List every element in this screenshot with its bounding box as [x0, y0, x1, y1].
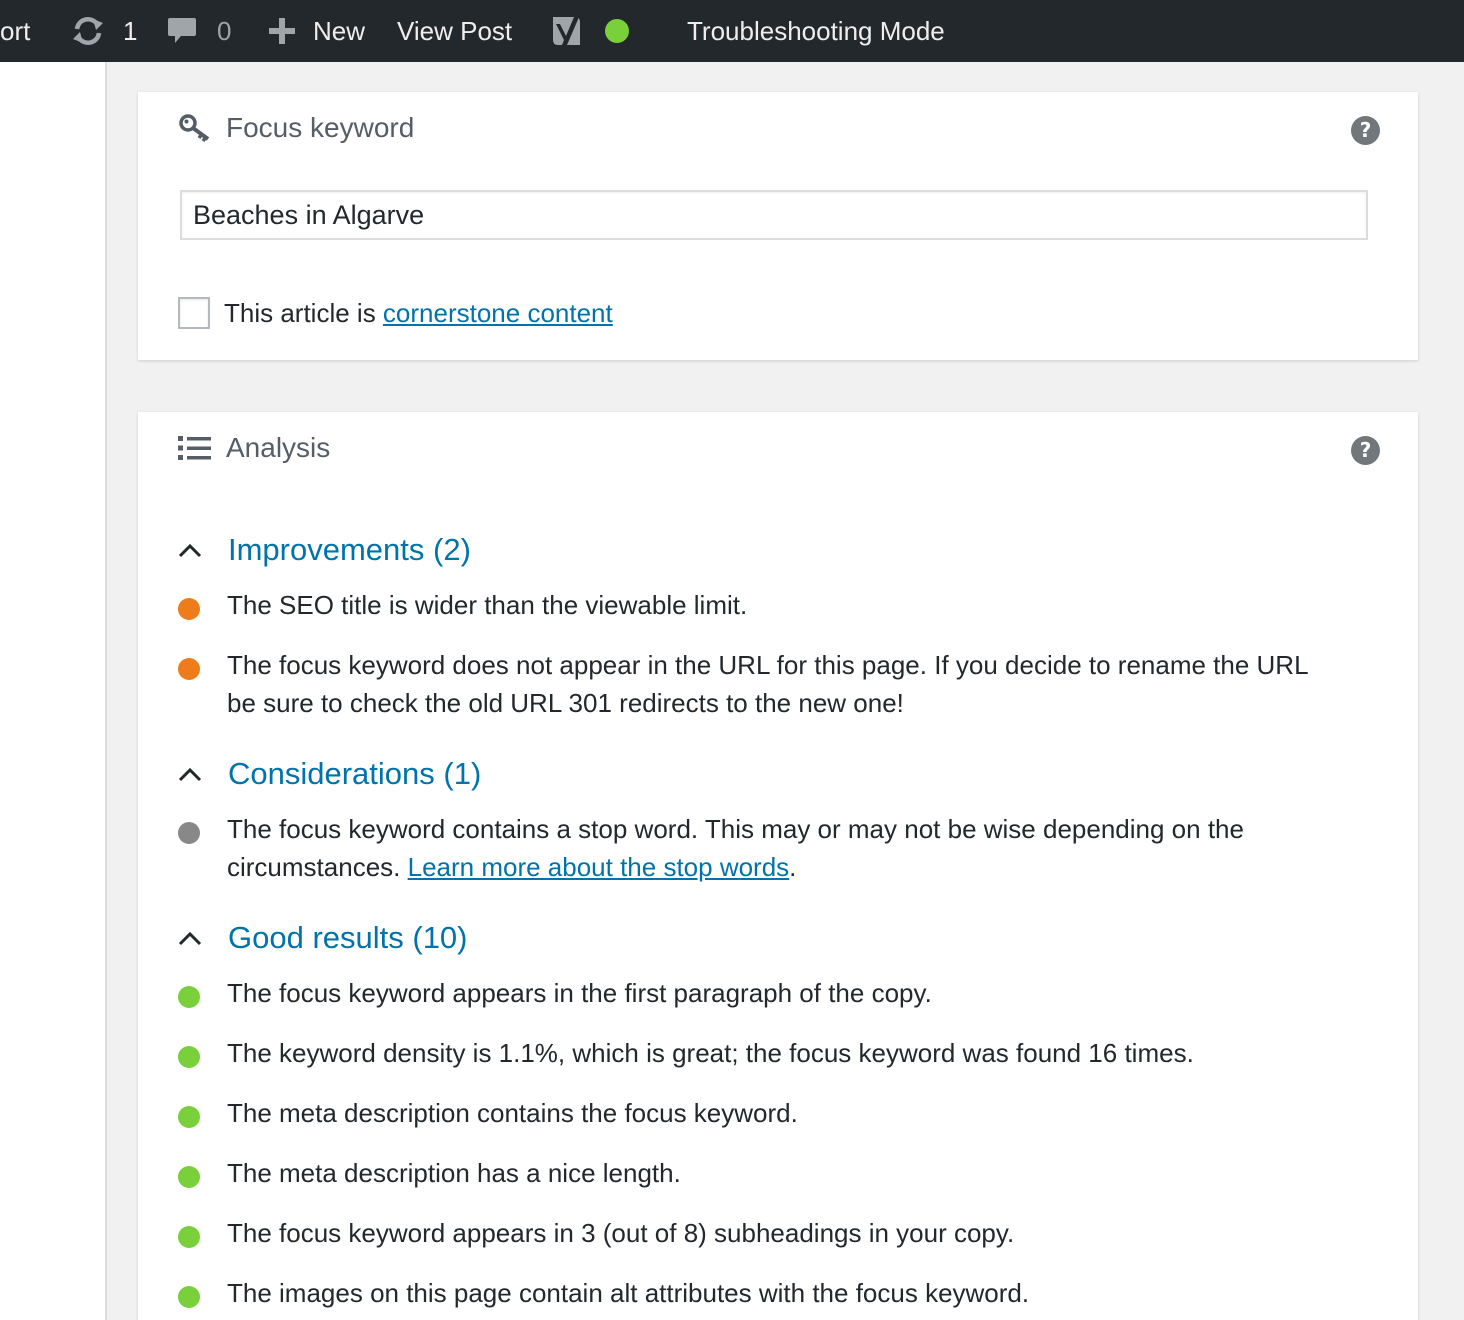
status-dot-orange [178, 658, 200, 680]
admin-bar-view-post[interactable]: View Post [397, 0, 512, 62]
analysis-help-icon[interactable]: ? [1351, 436, 1380, 465]
left-column [0, 62, 107, 1320]
considerations-title: Considerations (1) [228, 756, 482, 791]
comments-count: 0 [217, 16, 232, 46]
cornerstone-checkbox[interactable] [178, 297, 210, 329]
cornerstone-label: This article is cornerstone content [224, 298, 613, 329]
status-dot-green [178, 1286, 200, 1308]
cornerstone-row: This article is cornerstone content [178, 296, 613, 330]
status-dot-gray [178, 822, 200, 844]
chevron-up-icon [178, 762, 202, 786]
yoast-logo-icon [549, 12, 585, 50]
admin-bar-partial-item[interactable]: ort [0, 0, 30, 62]
focus-keyword-input[interactable] [180, 190, 1368, 240]
cornerstone-content-link[interactable]: cornerstone content [383, 298, 613, 328]
troubleshooting-label: Troubleshooting Mode [687, 16, 945, 46]
focus-keyword-help-icon[interactable]: ? [1351, 116, 1380, 145]
chevron-up-icon [178, 538, 202, 562]
status-dot-green [178, 1166, 200, 1188]
focus-keyword-header: Focus keyword [178, 108, 414, 148]
stop-words-link[interactable]: Learn more about the stop words [408, 852, 790, 882]
admin-bar-updates[interactable]: 1 [70, 0, 137, 62]
status-dot-orange [178, 598, 200, 620]
admin-bar-new[interactable]: New [268, 0, 365, 62]
result-text: The focus keyword appears in 3 (out of 8… [227, 1218, 1015, 1248]
focus-keyword-panel: Focus keyword ? This article is cornerst… [138, 92, 1418, 360]
result-text: The images on this page contain alt attr… [227, 1278, 1030, 1308]
new-label: New [313, 16, 366, 46]
considerations-toggle[interactable]: Considerations (1) [178, 752, 481, 796]
analysis-panel: Analysis ? Improvements (2) The SEO titl… [138, 412, 1418, 1320]
improvements-title: Improvements (2) [228, 532, 471, 567]
admin-bar: ort 1 0 New View Post Troubleshooting Mo… [0, 0, 1464, 62]
updates-icon [70, 16, 106, 46]
good-results-title: Good results (10) [228, 920, 468, 955]
improvements-toggle[interactable]: Improvements (2) [178, 528, 471, 572]
status-dot-green [178, 1106, 200, 1128]
good-results-toggle[interactable]: Good results (10) [178, 916, 468, 960]
plus-icon [268, 17, 296, 45]
cornerstone-prefix: This article is [224, 297, 383, 328]
focus-keyword-title: Focus keyword [226, 112, 415, 143]
admin-bar-comments[interactable]: 0 [167, 0, 231, 62]
comment-icon [167, 16, 197, 46]
result-text: The meta description has a nice length. [227, 1158, 681, 1188]
chevron-up-icon [178, 926, 202, 950]
admin-bar-yoast[interactable] [549, 0, 629, 62]
admin-bar-partial-label: ort [0, 16, 31, 46]
updates-count: 1 [123, 16, 138, 46]
view-post-label: View Post [397, 16, 513, 46]
result-text: The meta description contains the focus … [227, 1098, 798, 1128]
result-text-suffix: . [789, 852, 797, 882]
result-text: The focus keyword contains a stop word. … [227, 810, 1327, 886]
analysis-title: Analysis [226, 432, 331, 463]
result-text: The focus keyword appears in the first p… [227, 978, 932, 1008]
result-text: The keyword density is 1.1%, which is gr… [227, 1038, 1194, 1068]
result-text: The focus keyword does not appear in the… [227, 650, 1308, 718]
result-text: The SEO title is wider than the viewable… [227, 590, 748, 620]
analysis-header: Analysis [178, 428, 330, 468]
list-icon [178, 431, 212, 465]
key-icon [178, 111, 212, 145]
status-dot-green [178, 986, 200, 1008]
status-dot-green [178, 1226, 200, 1248]
status-dot-green [178, 1046, 200, 1068]
admin-bar-troubleshooting[interactable]: Troubleshooting Mode [687, 0, 945, 62]
seo-status-dot [605, 19, 629, 43]
